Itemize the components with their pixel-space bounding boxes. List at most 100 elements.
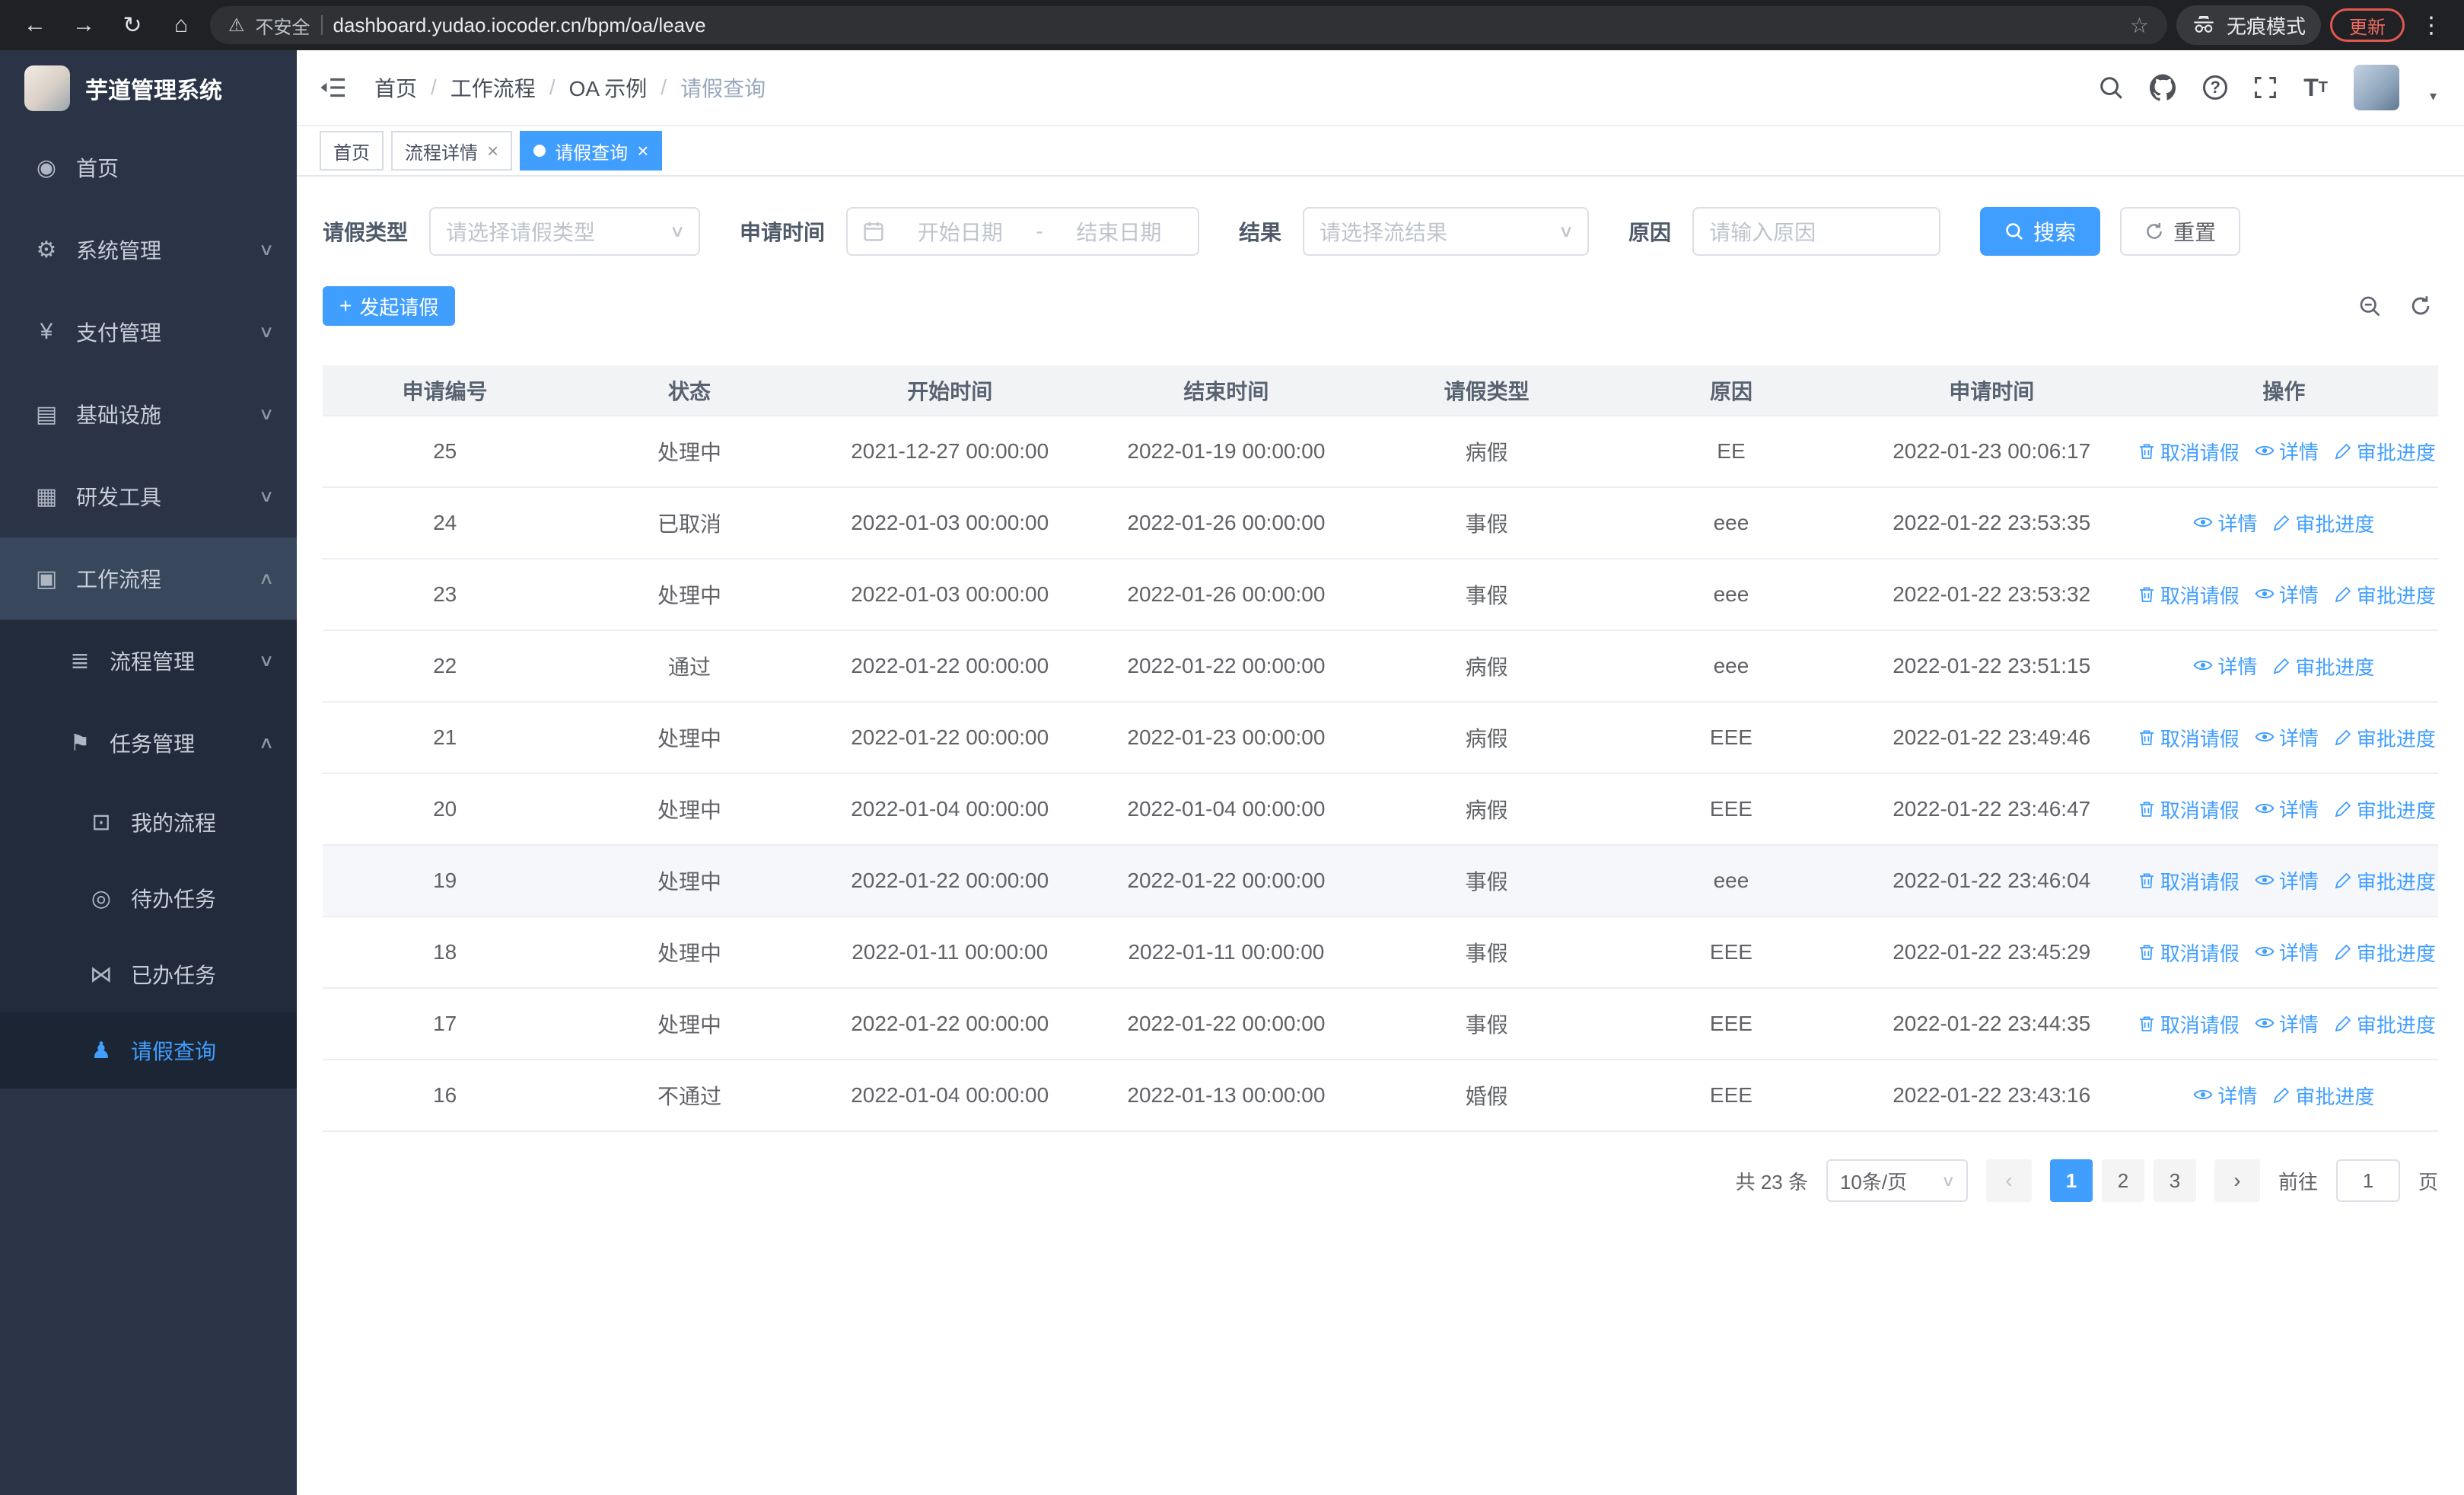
sidebar-item-todo-tasks[interactable]: ◎ 待办任务	[0, 860, 297, 936]
breadcrumb-item[interactable]: 首页	[374, 72, 417, 103]
detail-action-link[interactable]: 详情	[2255, 723, 2319, 751]
help-icon[interactable]: ?	[2203, 75, 2228, 100]
search-button[interactable]: 搜索	[1980, 207, 2101, 256]
page-button-3[interactable]: 3	[2153, 1159, 2196, 1202]
cell-apply_time: 2022-01-23 00:06:17	[1853, 416, 2130, 488]
detail-action-link[interactable]: 详情	[2193, 508, 2257, 537]
cell-start_time: 2022-01-04 00:00:00	[811, 773, 1088, 846]
apply-time-range-picker[interactable]: 开始日期 - 结束日期	[846, 207, 1200, 256]
sidebar-item-payment-management[interactable]: ¥ 支付管理 ∨	[0, 291, 297, 373]
progress-action-link[interactable]: 审批进度	[2334, 1010, 2436, 1038]
update-button[interactable]: 更新	[2330, 8, 2405, 42]
progress-action-link[interactable]: 审批进度	[2334, 581, 2436, 609]
create-leave-button[interactable]: + 发起请假	[323, 286, 456, 326]
chevron-up-icon: ∧	[258, 733, 275, 752]
cancel-action-link[interactable]: 取消请假	[2138, 581, 2240, 609]
sidebar-item-done-tasks[interactable]: ⋈ 已办任务	[0, 936, 297, 1012]
search-icon[interactable]	[2098, 75, 2124, 100]
refresh-table-icon[interactable]	[2409, 295, 2432, 317]
fullscreen-icon[interactable]	[2253, 75, 2278, 100]
sidebar-item-workflow[interactable]: ▣ 工作流程 ∧	[0, 537, 297, 620]
leave-type-select[interactable]: 请选择请假类型 ∨	[429, 207, 701, 256]
warning-icon: ⚠	[228, 14, 245, 36]
browser-menu-icon[interactable]: ⋮	[2414, 12, 2449, 39]
cancel-action-link[interactable]: 取消请假	[2138, 939, 2240, 967]
trash-icon	[2138, 728, 2156, 747]
start-date-placeholder[interactable]: 开始日期	[896, 216, 1023, 247]
reload-button[interactable]: ↻	[113, 5, 152, 45]
collapse-menu-icon[interactable]	[318, 73, 347, 102]
cancel-action-link[interactable]: 取消请假	[2138, 438, 2240, 466]
cancel-action-link[interactable]: 取消请假	[2138, 795, 2240, 824]
page-size-select[interactable]: 10条/页 ∨	[1826, 1159, 1968, 1202]
goto-label: 前往	[2278, 1170, 2318, 1194]
avatar[interactable]	[2353, 65, 2399, 110]
goto-page-input[interactable]: 1	[2335, 1159, 2400, 1202]
home-button[interactable]: ⌂	[161, 5, 201, 45]
progress-action-link[interactable]: 审批进度	[2272, 1082, 2374, 1110]
detail-action-link[interactable]: 详情	[2193, 1081, 2257, 1109]
cancel-action-link[interactable]: 取消请假	[2138, 724, 2240, 752]
progress-action-link[interactable]: 审批进度	[2334, 438, 2436, 466]
cancel-action-link[interactable]: 取消请假	[2138, 1010, 2240, 1038]
bookmark-star-icon[interactable]: ☆	[2130, 13, 2149, 38]
app-logo[interactable]: 芋道管理系统	[0, 50, 297, 126]
progress-action-link[interactable]: 审批进度	[2334, 939, 2436, 967]
detail-action-link[interactable]: 详情	[2255, 1009, 2319, 1038]
detail-action-link[interactable]: 详情	[2255, 866, 2319, 894]
toggle-search-icon[interactable]	[2357, 294, 2382, 318]
font-size-icon[interactable]: TT	[2303, 75, 2328, 100]
close-icon[interactable]: ×	[487, 139, 498, 163]
column-header: 操作	[2129, 365, 2438, 416]
detail-action-link[interactable]: 详情	[2193, 652, 2257, 680]
table-row: 21 处理中 2022-01-22 00:00:00 2022-01-23 00:00…	[323, 702, 2438, 774]
cell-start_time: 2022-01-11 00:00:00	[811, 916, 1088, 989]
result-select[interactable]: 请选择流结果 ∨	[1303, 207, 1590, 256]
detail-action-link[interactable]: 详情	[2255, 795, 2319, 823]
breadcrumb: 首页 / 工作流程 / OA 示例 / 请假查询	[374, 72, 766, 103]
detail-action-link[interactable]: 详情	[2255, 437, 2319, 465]
sidebar-item-my-processes[interactable]: ⊡ 我的流程	[0, 784, 297, 860]
reason-input[interactable]: 请输入原因	[1692, 207, 1941, 256]
tab-flow-detail[interactable]: 流程详情 ×	[391, 131, 513, 171]
detail-action-link[interactable]: 详情	[2255, 938, 2319, 966]
sidebar-item-infrastructure[interactable]: ▤ 基础设施 ∨	[0, 373, 297, 455]
close-icon[interactable]: ×	[637, 139, 648, 163]
forward-button[interactable]: →	[64, 5, 103, 45]
avatar-caret-icon[interactable]: ▾	[2430, 88, 2437, 110]
sidebar-item-process-management[interactable]: ≣ 流程管理 ∨	[0, 620, 297, 702]
address-bar[interactable]: ⚠ 不安全 dashboard.yudao.iocoder.cn/bpm/oa/…	[210, 6, 2167, 44]
security-label[interactable]: 不安全	[256, 12, 310, 39]
progress-action-link[interactable]: 审批进度	[2334, 724, 2436, 752]
chevron-up-icon: ∧	[258, 569, 275, 588]
next-page-button[interactable]: ›	[2214, 1159, 2260, 1202]
back-button[interactable]: ←	[15, 5, 55, 45]
sidebar-item-leave-query[interactable]: ♟ 请假查询	[0, 1012, 297, 1089]
detail-action-link[interactable]: 详情	[2255, 580, 2319, 608]
prev-page-button[interactable]: ‹	[1985, 1159, 2032, 1202]
breadcrumb-item[interactable]: OA 示例	[569, 72, 648, 103]
eye-icon	[2255, 942, 2275, 961]
progress-action-link[interactable]: 审批进度	[2272, 509, 2374, 537]
cancel-action-link[interactable]: 取消请假	[2138, 867, 2240, 895]
page-button-1[interactable]: 1	[2049, 1159, 2093, 1202]
url-text[interactable]: dashboard.yudao.iocoder.cn/bpm/oa/leave	[333, 14, 2119, 37]
goto-unit: 页	[2418, 1170, 2438, 1194]
tab-leave-query[interactable]: 请假查询 ×	[520, 131, 663, 171]
tab-home[interactable]: 首页	[320, 131, 384, 171]
progress-action-link[interactable]: 审批进度	[2334, 795, 2436, 824]
progress-action-link[interactable]: 审批进度	[2334, 867, 2436, 895]
sidebar-item-task-management[interactable]: ⚑ 任务管理 ∧	[0, 702, 297, 784]
sidebar-item-system-management[interactable]: ⚙ 系统管理 ∨	[0, 209, 297, 291]
sidebar-item-dev-tools[interactable]: ▦ 研发工具 ∨	[0, 455, 297, 537]
sidebar-item-home[interactable]: ◉ 首页	[0, 126, 297, 209]
reset-button[interactable]: 重置	[2120, 207, 2241, 256]
cell-actions: 详情 审批进度	[2129, 487, 2438, 559]
eye-icon	[2255, 1013, 2275, 1033]
leave-table: 申请编号 状态 开始时间 结束时间 请假类型 原因 申请时间 操作 25 处理中 2021-12-…	[323, 365, 2438, 1132]
breadcrumb-item[interactable]: 工作流程	[450, 72, 536, 103]
page-button-2[interactable]: 2	[2101, 1159, 2144, 1202]
progress-action-link[interactable]: 审批进度	[2272, 652, 2374, 681]
end-date-placeholder[interactable]: 结束日期	[1055, 216, 1183, 247]
github-icon[interactable]	[2150, 74, 2177, 101]
